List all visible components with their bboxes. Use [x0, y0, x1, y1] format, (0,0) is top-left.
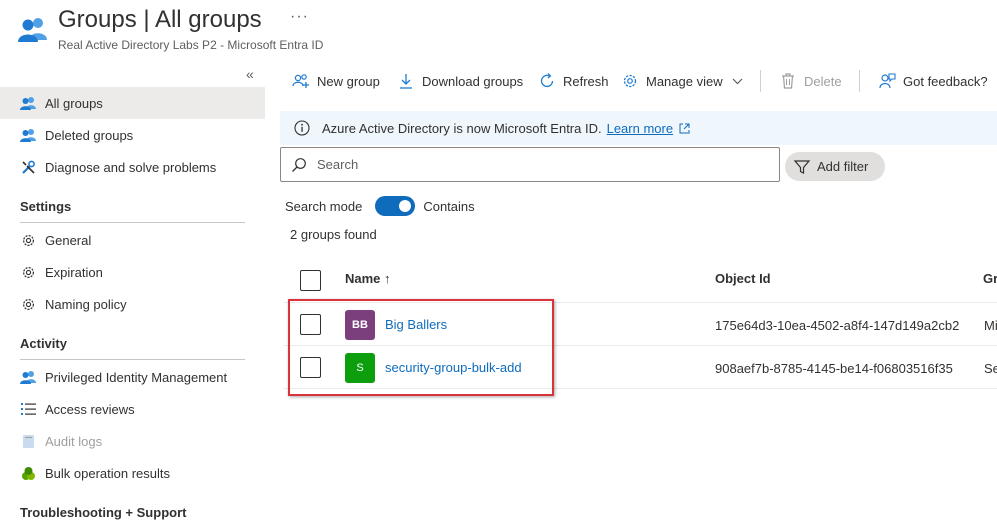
delete-label: Delete	[804, 73, 842, 89]
feedback-icon	[878, 72, 896, 90]
highlight-box	[288, 299, 554, 396]
add-filter-label: Add filter	[817, 159, 869, 174]
search-mode-toggle[interactable]	[375, 196, 416, 216]
feedback-label: Got feedback?	[903, 73, 988, 89]
sidebar-item-label: Expiration	[45, 264, 103, 280]
sidebar-item-pim[interactable]: Privileged Identity Management	[0, 361, 265, 393]
divider	[20, 359, 245, 360]
object-id: 908aef7b-8785-4145-be14-f06803516f35	[715, 361, 953, 376]
search-input[interactable]	[317, 157, 757, 172]
more-options-button[interactable]: ···	[290, 8, 309, 26]
download-icon	[397, 72, 415, 90]
sidebar-item-label: Privileged Identity Management	[45, 369, 228, 385]
manage-view-label: Manage view	[646, 73, 723, 89]
section-activity: Activity	[20, 336, 67, 351]
refresh-label: Refresh	[563, 73, 609, 89]
page-title: Groups | All groups	[58, 6, 262, 33]
column-header-object-id[interactable]: Object Id	[715, 271, 771, 286]
group-type: Se	[984, 361, 997, 376]
sidebar-item-label: Access reviews	[45, 401, 135, 417]
feedback-button[interactable]: Got feedback?	[878, 66, 988, 96]
sidebar-item-general[interactable]: General	[0, 224, 265, 256]
section-settings: Settings	[20, 199, 72, 214]
delete-button[interactable]: Delete	[779, 66, 842, 96]
sidebar-item-bulk-results[interactable]: Bulk operation results	[0, 457, 265, 489]
filter-icon	[793, 159, 811, 174]
gear-icon	[20, 232, 36, 248]
add-filter-button[interactable]: Add filter	[785, 152, 885, 181]
search-mode-value: Contains	[423, 198, 475, 214]
sidebar-item-deleted-groups[interactable]: Deleted groups	[0, 119, 265, 151]
column-header-name[interactable]: Name ↑	[345, 271, 391, 286]
search-box[interactable]	[280, 147, 780, 182]
learn-more-link[interactable]: Learn more	[607, 121, 673, 136]
sidebar-item-diagnose[interactable]: Diagnose and solve problems	[0, 151, 265, 183]
sidebar: « All groups Deleted groups Diagnose and…	[0, 62, 266, 526]
command-bar: New group Download groups Refresh Manage…	[282, 66, 997, 96]
bulk-icon	[20, 465, 36, 481]
refresh-icon	[538, 72, 556, 90]
new-group-button[interactable]: New group	[292, 66, 380, 96]
list-icon	[20, 401, 36, 417]
divider	[859, 70, 860, 92]
download-groups-label: Download groups	[422, 73, 524, 89]
sidebar-item-label: Diagnose and solve problems	[45, 159, 217, 175]
sidebar-item-label: Audit logs	[45, 433, 103, 449]
external-link-icon[interactable]	[679, 123, 690, 134]
collapse-sidebar-button[interactable]: «	[246, 66, 254, 82]
banner-text: Azure Active Directory is now Microsoft …	[322, 120, 602, 136]
info-icon	[294, 120, 310, 136]
gear-icon	[20, 296, 36, 312]
new-group-label: New group	[317, 73, 380, 89]
search-icon	[292, 157, 306, 172]
sidebar-item-label: Deleted groups	[45, 127, 134, 143]
info-banner: Azure Active Directory is now Microsoft …	[280, 111, 997, 145]
group-type: Mi	[984, 318, 997, 333]
manage-view-button[interactable]: Manage view	[621, 66, 743, 96]
groups-icon	[20, 127, 36, 143]
search-mode: Search mode Contains	[285, 196, 475, 216]
sidebar-item-expiration[interactable]: Expiration	[0, 256, 265, 288]
gear-icon	[20, 264, 36, 280]
groups-icon	[18, 18, 47, 42]
divider	[760, 70, 761, 92]
refresh-button[interactable]: Refresh	[538, 66, 609, 96]
sidebar-item-label: Bulk operation results	[45, 465, 171, 481]
section-troubleshooting: Troubleshooting + Support	[20, 505, 187, 520]
sidebar-item-access-reviews[interactable]: Access reviews	[0, 393, 265, 425]
sidebar-item-label: Naming policy	[45, 296, 127, 312]
toggle-knob	[399, 200, 412, 212]
results-count: 2 groups found	[290, 227, 377, 242]
gear-icon	[621, 72, 639, 90]
page-subtitle: Real Active Directory Labs P2 - Microsof…	[58, 38, 324, 52]
sidebar-item-audit-logs[interactable]: Audit logs	[0, 425, 265, 457]
chevron-down-icon	[732, 78, 743, 85]
wrench-icon	[20, 159, 36, 175]
download-groups-button[interactable]: Download groups	[397, 66, 523, 96]
pim-icon	[20, 369, 36, 385]
sidebar-item-label: General	[45, 232, 92, 248]
book-icon	[20, 433, 36, 449]
sidebar-item-all-groups[interactable]: All groups	[0, 87, 265, 119]
column-header-group-type[interactable]: Gr	[983, 271, 997, 286]
search-mode-label: Search mode	[285, 198, 363, 214]
page-header: Groups | All groups ··· Real Active Dire…	[0, 0, 997, 60]
sidebar-item-label: All groups	[45, 95, 103, 111]
object-id: 175e64d3-10ea-4502-a8f4-147d149a2cb2	[715, 318, 960, 333]
divider	[20, 222, 245, 223]
select-all-checkbox[interactable]	[300, 270, 321, 291]
sidebar-item-naming-policy[interactable]: Naming policy	[0, 288, 265, 320]
trash-icon	[779, 72, 797, 90]
add-group-icon	[292, 72, 310, 90]
groups-icon	[20, 95, 36, 111]
